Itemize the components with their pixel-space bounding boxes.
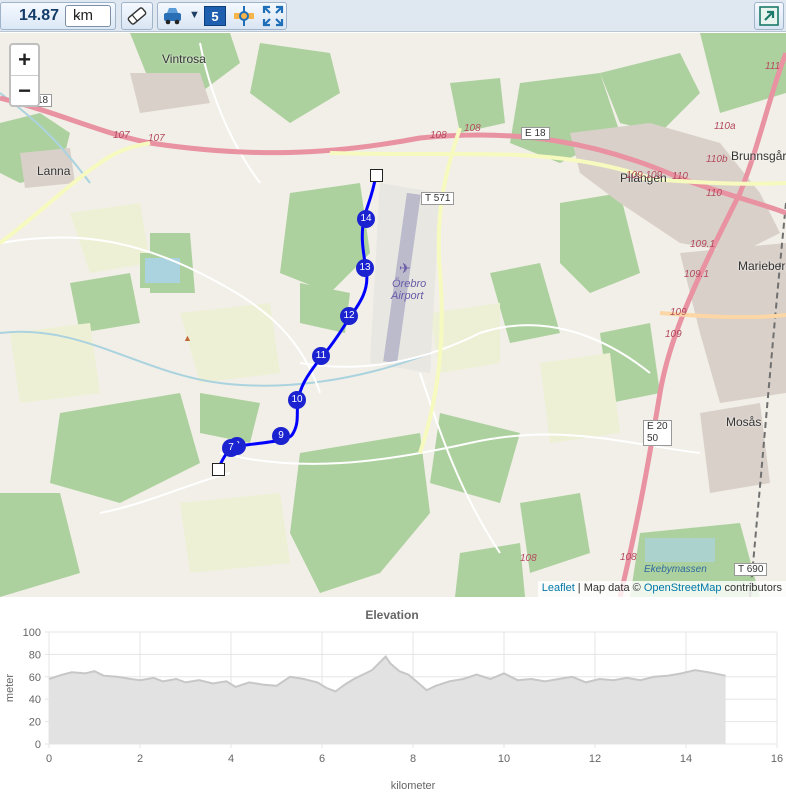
eraser-button[interactable] [121,2,153,30]
x-tick-label: 12 [589,753,601,765]
zoom-out-button[interactable]: − [11,76,38,106]
peak-icon: ▲ [183,333,192,343]
place-label: Brunnsgår [731,149,786,163]
attribution-text: | Map data © [574,582,644,594]
place-label: Lanna [37,164,71,178]
road-shield: T 571 [421,192,455,205]
road-number: 109.1 [690,239,716,250]
waypoint-label: 13 [359,262,371,273]
waypoint-marker[interactable]: 10 [288,391,306,409]
x-axis-label: kilometer [391,780,436,792]
leaflet-link[interactable]: Leaflet [542,582,575,594]
map-tiles [0,33,786,597]
y-tick-label: 20 [29,717,41,729]
x-tick-label: 14 [680,753,692,765]
elevation-chart: Elevation meter kilometer 0 20 40 60 80 100 0 2… [4,608,783,792]
waypoints-button[interactable]: 5 [204,6,226,26]
place-label: Mosås [726,415,762,429]
y-tick-label: 0 [35,739,41,751]
road-number: 108 [464,123,481,134]
waypoint-label: 9 [278,430,284,441]
road-number: 108 [620,552,637,563]
x-tick-label: 4 [228,753,234,765]
fullscreen-icon[interactable] [262,5,284,27]
road-shield: E 20 50 [643,420,672,446]
road-shield: T 690 [734,563,768,576]
airport-label: Airport [391,290,424,302]
x-tick-label: 2 [137,753,143,765]
map-view[interactable]: 14 13 12 11 10 9 8 7 Vintrosa Lanna Pilä… [0,33,786,597]
area-label: Ekebymassen [644,564,707,575]
y-tick-label: 40 [29,694,41,706]
route-start-marker[interactable] [212,463,225,476]
waypoint-label: 11 [315,350,327,361]
x-tick-label: 0 [46,753,52,765]
place-label: Marieberg [738,259,786,273]
waypoint-marker[interactable]: 11 [312,347,330,365]
map-attribution: Leaflet | Map data © OpenStreetMap contr… [537,581,786,597]
x-tick-label: 6 [319,753,325,765]
road-number: 109 [670,307,687,318]
road-shield-line: E 20 [647,421,668,432]
waypoint-label: 7 [228,442,234,453]
place-label: Vintrosa [162,52,206,66]
waypoint-marker[interactable]: 7 [222,439,240,457]
attribution-text: contributors [721,582,782,594]
airport-label: Örebro [392,278,427,290]
waypoint-label: 12 [343,310,355,321]
elevation-panel: Elevation meter kilometer 0 20 40 60 80 100 0 2… [0,598,786,793]
waypoint-marker[interactable]: 14 [357,210,375,228]
waypoint-label: 10 [291,394,303,405]
road-shield-line: 50 [647,433,659,444]
road-number: 107 [113,130,130,141]
road-shield: E 18 [521,127,550,140]
waypoint-marker[interactable]: 12 [340,307,358,325]
road-number: 110b [706,154,728,165]
x-tick-label: 8 [410,753,416,765]
road-number: 109 [665,329,682,340]
road-number: 110 [672,171,688,182]
routing-dropdown-icon[interactable]: ▼ [189,9,200,21]
zoom-in-button[interactable]: + [11,45,38,76]
chevron-down-icon: ⌄ [73,9,83,21]
osm-link[interactable]: OpenStreetMap [644,582,722,594]
unit-select[interactable]: km ⌄ [65,5,111,27]
road-number: 109 109 [626,170,663,181]
road-number: 110a [714,121,736,132]
distance-display: 14.87 km ⌄ [0,2,116,30]
y-tick-label: 60 [29,672,41,684]
y-tick-label: 80 [29,649,41,661]
y-tick-label: 100 [23,627,41,639]
zoom-control: + − [9,43,40,107]
eraser-icon [127,7,147,25]
waypoints-count: 5 [211,9,219,24]
airplane-icon: ✈ [399,260,411,276]
road-number: 108 [430,130,447,141]
external-link-icon [759,6,779,26]
toolbar: 14.87 km ⌄ ▼ 5 [0,0,786,32]
road-number: 108 [520,553,537,564]
waypoint-label: 14 [360,213,372,224]
road-number: 109.1 [684,269,710,280]
waypoint-marker[interactable]: 13 [356,259,374,277]
chart-title: Elevation [365,608,418,622]
center-route-icon[interactable] [232,4,256,28]
elevation-area [49,656,726,744]
distance-value: 14.87 [19,7,60,24]
car-routing-icon[interactable] [161,4,185,28]
x-tick-label: 10 [498,753,510,765]
road-number: 110 [706,188,722,199]
road-number: 111 [765,61,781,72]
road-number: 107 [148,133,165,144]
open-external-button[interactable] [754,2,784,30]
y-axis-label: meter [4,674,16,702]
waypoint-marker[interactable]: 9 [272,427,290,445]
x-tick-label: 16 [771,753,783,765]
routing-toolbar: ▼ 5 [157,2,287,30]
route-end-marker[interactable] [370,169,383,182]
